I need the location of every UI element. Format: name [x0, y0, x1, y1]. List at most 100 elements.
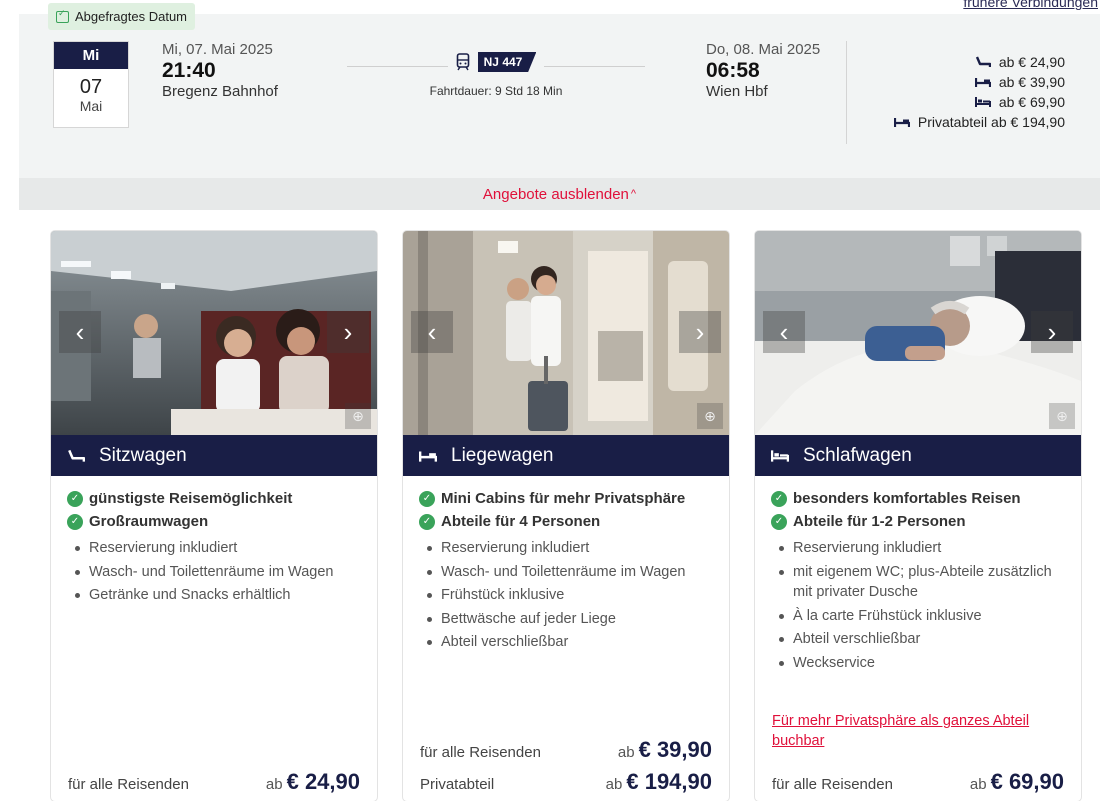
price-prefix: ab	[969, 776, 987, 793]
price-summary-sleeper: ab € 69,90	[894, 92, 1065, 112]
train-info: NJ 447 Fahrtdauer: 9 Std 18 Min	[347, 52, 645, 98]
price-amount: € 69,90	[990, 769, 1064, 794]
price-label: für alle Reisenden	[68, 776, 189, 793]
check-icon: ✓	[419, 513, 435, 530]
price-amount: € 194,90	[626, 769, 712, 794]
bullet-item: Reservierung inkludiert	[779, 538, 1065, 559]
next-image-button[interactable]: ›	[1031, 311, 1073, 353]
private-compartment-link[interactable]: Für mehr Privatsphäre als ganzes Abteil …	[772, 711, 1062, 751]
check-icon: ✓	[419, 490, 435, 507]
offer-title: Liegewagen	[451, 444, 554, 466]
departure-station: Bregenz Bahnhof	[162, 83, 278, 100]
previous-image-button[interactable]: ‹	[763, 311, 805, 353]
photo-couchette-car: ‹ › ⊕	[403, 231, 729, 435]
bullet-item: Bettwäsche auf jeder Liege	[427, 609, 713, 630]
bullet-item: Reservierung inkludiert	[427, 538, 713, 559]
next-image-button[interactable]: ›	[679, 311, 721, 353]
train-icon	[456, 53, 469, 71]
offer-title: Schlafwagen	[803, 444, 912, 466]
connection-card[interactable]: Mi 07 Mai Mi, 07. Mai 2025 21:40 Bregenz…	[19, 14, 1100, 210]
offer-card-liegewagen[interactable]: ‹ › ⊕ Liegewagen ✓ Mini Cabins für mehr P…	[403, 231, 729, 801]
price-prefix: ab	[605, 776, 623, 793]
price-amount: € 24,90	[286, 769, 360, 794]
offer-card-sitzwagen[interactable]: ‹ › ⊕ Sitzwagen ✓ günstigste Reisemöglich…	[51, 231, 377, 801]
price-summary: ab € 24,90 ab € 39,90 ab € 69,90 Privata…	[893, 52, 1065, 132]
check-icon: ✓	[67, 490, 83, 507]
couchette-icon	[893, 118, 910, 127]
feature-item: ✓ Großraumwagen	[67, 510, 361, 533]
zoom-icon[interactable]: ⊕	[345, 403, 371, 429]
day-number: 07	[79, 76, 103, 98]
sleeper-icon	[974, 97, 991, 107]
weekday: Mi	[54, 42, 128, 69]
price-prefix: ab	[617, 744, 635, 761]
arrival-time: 06:58	[706, 59, 760, 82]
chevron-up-icon: ^	[630, 188, 637, 200]
offer-title-bar: Liegewagen	[403, 435, 729, 476]
date-box: Mi 07 Mai	[53, 41, 129, 128]
feature-item: ✓ Mini Cabins für mehr Privatsphäre	[419, 487, 713, 510]
month: Mai	[79, 98, 103, 114]
bullet-item: mit eigenem WC; plus-Abteile zusätzlich …	[779, 562, 1065, 603]
seat-icon	[68, 449, 85, 462]
travel-duration: Fahrtdauer: 9 Std 18 Min	[429, 84, 563, 98]
departure-time: 21:40	[162, 59, 216, 82]
couchette-icon	[419, 451, 437, 462]
offer-bullet-list: Reservierung inkludiert Wasch- und Toile…	[419, 533, 713, 653]
photo-sleeper-car: ‹ › ⊕	[755, 231, 1081, 435]
offer-card-schlafwagen[interactable]: ‹ › ⊕ Schlafwagen ✓ besonders komfortable…	[755, 231, 1081, 801]
arrival-date: Do, 08. Mai 2025	[706, 41, 821, 58]
photo-seat-car: ‹ › ⊕	[51, 231, 377, 435]
bullet-item: Reservierung inkludiert	[75, 538, 361, 559]
divider	[846, 41, 847, 144]
offer-bullet-list: Reservierung inkludiert Wasch- und Toile…	[67, 533, 361, 606]
bullet-item: Abteil verschließbar	[427, 632, 713, 653]
offer-title-bar: Sitzwagen	[51, 435, 377, 476]
zoom-icon[interactable]: ⊕	[697, 403, 723, 429]
earlier-connections-link[interactable]: frühere Verbindungen	[963, 0, 1098, 10]
price-summary-seat: ab € 24,90	[894, 52, 1065, 72]
offer-title: Sitzwagen	[99, 444, 187, 466]
price-summary-couchette: ab € 39,90	[894, 72, 1065, 92]
feature-item: ✓ Abteile für 1-2 Personen	[771, 510, 1065, 533]
previous-image-button[interactable]: ‹	[411, 311, 453, 353]
bullet-item: À la carte Frühstück inklusive	[779, 606, 1065, 627]
offer-bullet-list: Reservierung inkludiert mit eigenem WC; …	[771, 533, 1065, 673]
feature-item: ✓ besonders komfortables Reisen	[771, 487, 1065, 510]
price-prefix: ab	[265, 776, 283, 793]
bullet-item: Getränke und Snacks erhältlich	[75, 585, 361, 606]
queried-date-tag: Abgefragtes Datum	[48, 3, 196, 30]
hide-offers-label: Angebote ausblenden	[482, 185, 629, 203]
offer-features: ✓ besonders komfortables Reisen ✓ Abteile …	[755, 476, 1081, 673]
bullet-item: Frühstück inklusive	[427, 585, 713, 606]
bullet-item: Wasch- und Toilettenräume im Wagen	[427, 562, 713, 583]
offer-title-bar: Schlafwagen	[755, 435, 1081, 476]
check-icon: ✓	[771, 490, 787, 507]
page: frühere Verbindungen Abgefragtes Datum M…	[0, 0, 1100, 801]
previous-image-button[interactable]: ‹	[59, 311, 101, 353]
price-label: Privatabteil	[420, 776, 495, 793]
next-image-button[interactable]: ›	[327, 311, 369, 353]
bullet-item: Abteil verschließbar	[779, 629, 1065, 650]
couchette-icon	[974, 78, 991, 87]
price-row[interactable]: für alle Reisenden ab € 69,90	[772, 769, 1064, 795]
hide-offers-toggle[interactable]: Angebote ausblenden ^	[19, 178, 1100, 210]
bullet-item: Wasch- und Toilettenräume im Wagen	[75, 562, 361, 583]
check-icon: ✓	[67, 513, 83, 530]
offer-features: ✓ Mini Cabins für mehr Privatsphäre ✓ Abte…	[403, 476, 729, 653]
sleeper-icon	[771, 449, 789, 462]
calendar-check-icon	[56, 8, 69, 23]
price-row[interactable]: für alle Reisenden ab € 39,90	[420, 737, 712, 763]
price-label: für alle Reisenden	[420, 744, 541, 761]
zoom-icon[interactable]: ⊕	[1049, 403, 1075, 429]
feature-item: ✓ günstigste Reisemöglichkeit	[67, 487, 361, 510]
check-icon: ✓	[771, 513, 787, 530]
price-amount: € 39,90	[638, 737, 712, 762]
departure-date: Mi, 07. Mai 2025	[162, 41, 273, 58]
price-row[interactable]: für alle Reisenden ab € 24,90	[68, 769, 360, 795]
price-row-private[interactable]: Privatabteil ab € 194,90	[420, 769, 712, 795]
seat-icon	[975, 56, 991, 67]
arrival: Do, 08. Mai 2025 06:58 Wien Hbf	[706, 41, 820, 100]
price-label: für alle Reisenden	[772, 776, 893, 793]
feature-item: ✓ Abteile für 4 Personen	[419, 510, 713, 533]
